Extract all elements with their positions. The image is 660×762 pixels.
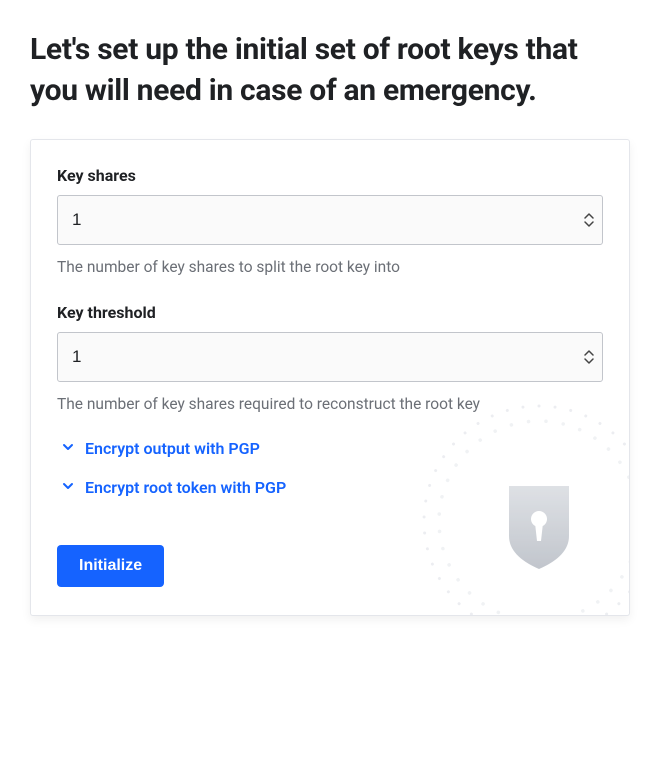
initialize-button[interactable]: Initialize [57, 545, 164, 587]
key-threshold-label: Key threshold [57, 303, 603, 322]
encrypt-output-label: Encrypt output with PGP [85, 439, 260, 458]
encrypt-output-toggle[interactable]: Encrypt output with PGP [57, 439, 603, 458]
encrypt-root-token-label: Encrypt root token with PGP [85, 478, 286, 497]
key-shares-input[interactable] [57, 195, 603, 245]
page-title: Let's set up the initial set of root key… [30, 30, 630, 111]
key-shares-label: Key shares [57, 166, 603, 185]
setup-card: Key shares The number of key shares to s… [30, 139, 630, 616]
stepper-up-icon[interactable] [583, 212, 595, 220]
stepper-down-icon[interactable] [583, 220, 595, 228]
key-threshold-helper: The number of key shares required to rec… [57, 394, 603, 416]
chevron-down-icon [61, 439, 75, 458]
key-threshold-stepper[interactable] [57, 332, 603, 382]
stepper-up-icon[interactable] [583, 349, 595, 357]
chevron-down-icon [61, 478, 75, 497]
stepper-down-icon[interactable] [583, 357, 595, 365]
encrypt-root-token-toggle[interactable]: Encrypt root token with PGP [57, 478, 603, 497]
stepper-arrows [583, 349, 595, 365]
key-shares-stepper[interactable] [57, 195, 603, 245]
key-threshold-input[interactable] [57, 332, 603, 382]
key-threshold-group: Key threshold The number of key shares r… [57, 303, 603, 416]
key-shares-helper: The number of key shares to split the ro… [57, 257, 603, 279]
form-actions: Initialize [57, 545, 603, 587]
stepper-arrows [583, 212, 595, 228]
key-shares-group: Key shares The number of key shares to s… [57, 166, 603, 279]
